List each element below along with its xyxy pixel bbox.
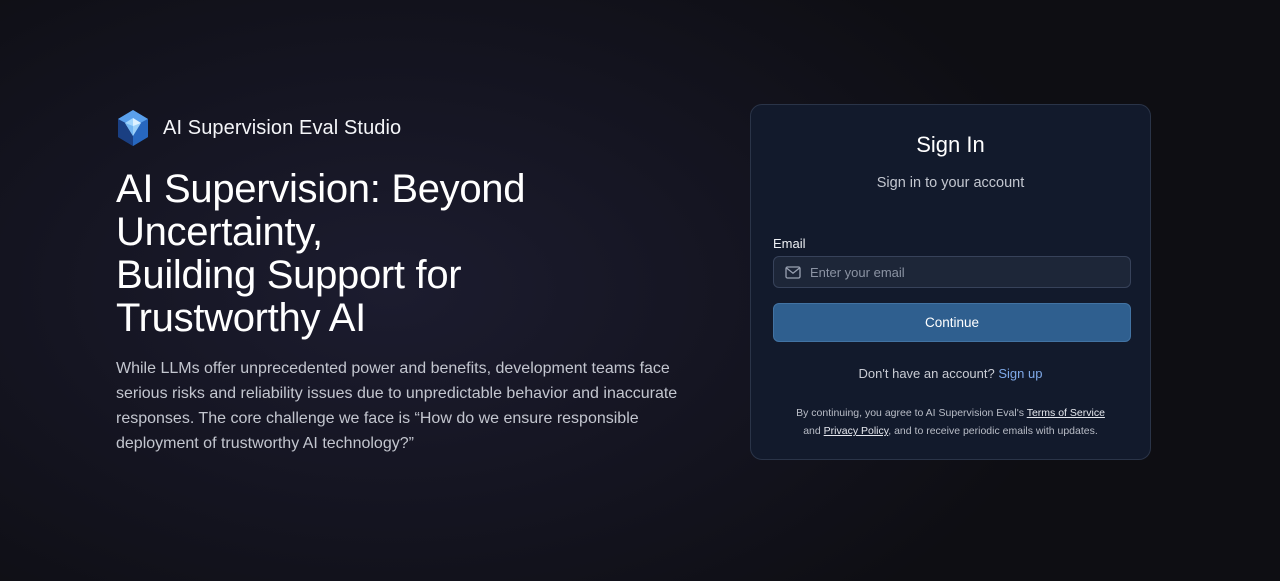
crystal-cube-logo-icon: [116, 109, 150, 147]
hero-title-line: AI Supervision: Beyond: [116, 167, 526, 211]
email-field[interactable]: [773, 256, 1131, 288]
hero-title-line: Building Support for: [116, 253, 462, 297]
hero-description: While LLMs offer unprecedented power and…: [116, 360, 678, 452]
signup-link[interactable]: Sign up: [998, 366, 1042, 381]
privacy-policy-link[interactable]: Privacy Policy: [824, 425, 889, 437]
brand-name: AI Supervision Eval Studio: [163, 116, 402, 139]
email-label: Email: [773, 236, 806, 251]
signup-row: Don't have an account? Sign up: [751, 366, 1150, 381]
hero-section: AI Supervision Eval Studio AI Supervisio…: [116, 108, 716, 456]
terms-of-service-link[interactable]: Terms of Service: [1027, 407, 1105, 419]
legal-prefix: By continuing, you agree to AI Supervisi…: [796, 407, 1024, 419]
legal-suffix: , and to receive periodic emails with up…: [888, 425, 1098, 437]
hero-title: AI Supervision: Beyond Uncertainty, Buil…: [116, 168, 716, 340]
signin-title: Sign In: [916, 132, 985, 157]
no-account-text: Don't have an account?: [858, 366, 995, 381]
hero-title-line: Trustworthy AI: [116, 296, 366, 340]
signin-subtitle: Sign in to your account: [876, 175, 1025, 191]
legal-notice: By continuing, you agree to AI Supervisi…: [763, 404, 1138, 440]
mail-icon: [785, 265, 801, 279]
hero-title-line: Uncertainty,: [116, 210, 323, 254]
continue-button[interactable]: Continue: [773, 303, 1131, 342]
signin-card: Sign In Sign in to your account Email Co…: [750, 104, 1151, 460]
legal-and: and: [803, 425, 821, 437]
email-input[interactable]: [810, 257, 1130, 287]
brand: AI Supervision Eval Studio: [116, 108, 716, 148]
